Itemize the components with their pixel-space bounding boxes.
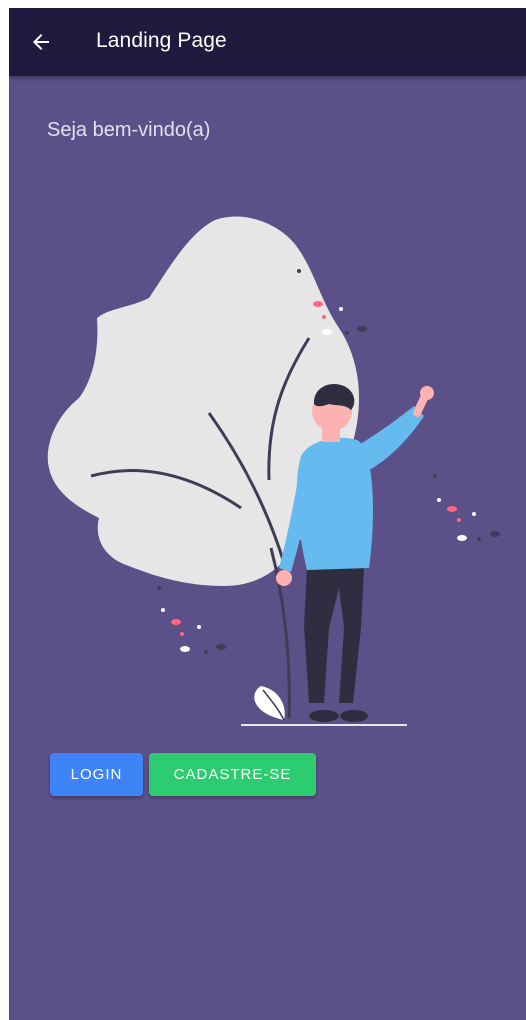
back-button[interactable] bbox=[23, 24, 59, 60]
action-buttons: LOGIN CADASTRE-SE bbox=[50, 753, 316, 796]
app-screen: Landing Page Seja bem-vindo(a) LOGIN CAD… bbox=[9, 8, 526, 1020]
person-waving-illustration bbox=[47, 216, 500, 726]
arrow-left-icon bbox=[33, 34, 49, 50]
login-button[interactable]: LOGIN bbox=[50, 753, 143, 796]
welcome-text: Seja bem-vindo(a) bbox=[47, 119, 211, 141]
page-title: Landing Page bbox=[96, 29, 227, 52]
app-bar: Landing Page bbox=[9, 8, 526, 76]
signup-button[interactable]: CADASTRE-SE bbox=[149, 753, 316, 796]
